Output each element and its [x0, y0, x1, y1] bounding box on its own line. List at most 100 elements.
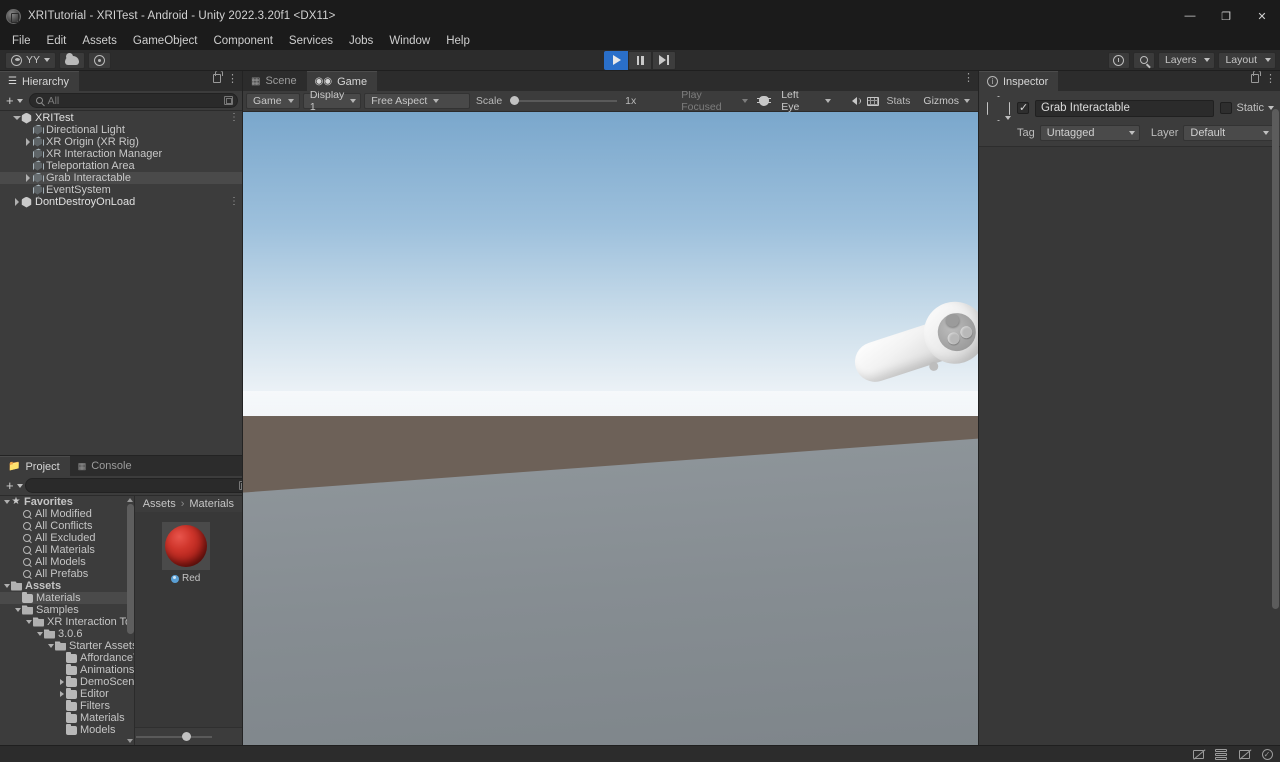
pause-button[interactable]	[628, 50, 652, 70]
hierarchy-item-xr-interaction-manager[interactable]: XR Interaction Manager	[0, 148, 242, 160]
hierarchy-menu-icon[interactable]: ⋮	[227, 73, 238, 84]
inspector-menu-icon[interactable]: ⋮	[1265, 73, 1276, 84]
project-tree-item-materials[interactable]: Materials	[0, 591, 134, 604]
layer-dropdown[interactable]: Default	[1183, 125, 1274, 141]
project-tree-item-models[interactable]: Models	[0, 723, 134, 736]
disclosure-triangle-icon[interactable]	[23, 174, 32, 182]
hierarchy-item-grab-interactable[interactable]: Grab Interactable	[0, 172, 242, 184]
scene-menu-icon[interactable]: ⋮	[229, 197, 239, 207]
project-tree-item-filters[interactable]: Filters	[0, 699, 134, 712]
project-tree-item-animations[interactable]: Animations	[0, 663, 134, 676]
menu-jobs[interactable]: Jobs	[341, 32, 381, 50]
disclosure-triangle-icon[interactable]	[24, 620, 33, 624]
eye-dropdown[interactable]: Left Eye	[774, 89, 836, 113]
history-button[interactable]	[1107, 51, 1130, 69]
menu-assets[interactable]: Assets	[74, 32, 125, 50]
scene-menu-icon[interactable]: ⋮	[229, 113, 239, 123]
search-mode-icon[interactable]	[224, 96, 233, 105]
tab-scene[interactable]: ▦ Scene	[243, 71, 307, 91]
game-target-dropdown[interactable]: Game	[246, 93, 300, 109]
inspector-content[interactable]: Grab Interactable Static Tag Untagged	[979, 91, 1280, 745]
hierarchy-item-xritest[interactable]: XRITest ⋮	[0, 112, 242, 124]
scroll-up-icon[interactable]	[127, 496, 134, 504]
menu-window[interactable]: Window	[381, 32, 438, 50]
disclosure-triangle-icon[interactable]	[12, 198, 21, 206]
disclosure-triangle-icon[interactable]	[2, 500, 11, 504]
disclosure-triangle-icon[interactable]	[57, 691, 66, 697]
project-tree-item-demosceneassets[interactable]: DemoSceneAssets	[0, 675, 134, 688]
global-search-button[interactable]	[1132, 51, 1155, 69]
scrollbar-thumb[interactable]	[1272, 109, 1279, 609]
close-button[interactable]: ✕	[1244, 0, 1280, 32]
hierarchy-tree[interactable]: XRITest ⋮ Directional Light XR Origin (XR R…	[0, 111, 242, 455]
inspector-scrollbar[interactable]	[1271, 91, 1280, 745]
disclosure-triangle-icon[interactable]	[23, 138, 32, 146]
asset-item[interactable]: Red	[157, 522, 215, 584]
menu-services[interactable]: Services	[281, 32, 341, 50]
layers-icon[interactable]	[1214, 748, 1228, 760]
tag-dropdown[interactable]: Untagged	[1039, 125, 1140, 141]
hierarchy-item-xr-origin-xr-rig[interactable]: XR Origin (XR Rig)	[0, 136, 242, 148]
tab-game[interactable]: ◉◉ Game	[306, 71, 378, 91]
scroll-down-icon[interactable]	[127, 737, 134, 745]
project-tree-item-assets[interactable]: Assets	[0, 580, 134, 592]
slider-knob[interactable]	[510, 96, 520, 105]
lock-icon[interactable]	[1251, 71, 1261, 83]
play-button[interactable]	[604, 50, 628, 70]
tab-hierarchy[interactable]: ☰ Hierarchy	[0, 71, 80, 91]
project-tree-item-samples[interactable]: Samples	[0, 604, 134, 616]
project-tree-item-editor[interactable]: Editor	[0, 687, 134, 700]
scrollbar-thumb[interactable]	[126, 504, 134, 634]
cloud-button[interactable]	[59, 51, 86, 69]
minimize-button[interactable]: —	[1172, 0, 1208, 32]
hierarchy-add-button[interactable]: +	[4, 93, 25, 108]
project-tree-item-all-prefabs[interactable]: All Prefabs	[0, 568, 134, 580]
tab-console[interactable]: ▦ Console	[69, 456, 142, 476]
disclosure-triangle-icon[interactable]	[13, 608, 22, 612]
ready-icon[interactable]: ✓	[1260, 748, 1274, 760]
slider-knob[interactable]	[182, 731, 191, 741]
scale-slider[interactable]	[510, 96, 618, 105]
search-mode-icon[interactable]	[238, 481, 242, 490]
menu-component[interactable]: Component	[205, 32, 280, 50]
gameview-menu-icon[interactable]: ⋮	[963, 73, 974, 84]
hierarchy-item-dontdestroyonload[interactable]: DontDestroyOnLoad ⋮	[0, 196, 242, 208]
disclosure-triangle-icon[interactable]	[46, 644, 55, 648]
game-render-surface[interactable]	[243, 112, 978, 745]
hierarchy-item-teleportation-area[interactable]: Teleportation Area	[0, 160, 242, 172]
stats-button[interactable]: Stats	[883, 95, 913, 107]
project-tree-item-favorites[interactable]: ★ Favorites	[0, 496, 134, 508]
menu-gameobject[interactable]: GameObject	[125, 32, 206, 50]
menu-edit[interactable]: Edit	[39, 32, 75, 50]
project-tree-item-all-conflicts[interactable]: All Conflicts	[0, 520, 134, 532]
icon-size-slider[interactable]	[136, 731, 212, 741]
account-button[interactable]: YY	[5, 51, 57, 69]
menu-file[interactable]: File	[4, 32, 39, 50]
gameobject-active-checkbox[interactable]	[1017, 101, 1029, 114]
disclosure-triangle-icon[interactable]	[35, 632, 44, 636]
layout-dropdown[interactable]: Layout	[1218, 51, 1276, 69]
project-tree-item-materials[interactable]: Materials	[0, 711, 134, 724]
aspect-dropdown[interactable]: Free Aspect	[364, 93, 470, 109]
tab-inspector[interactable]: i Inspector	[979, 71, 1059, 91]
layers-dropdown[interactable]: Layers	[1157, 51, 1216, 69]
step-button[interactable]	[652, 50, 676, 70]
project-tree-item-3.0.6[interactable]: 3.0.6	[0, 628, 134, 640]
project-tree-scrollbar[interactable]	[126, 496, 134, 745]
lock-icon[interactable]	[213, 71, 223, 83]
gizmos-dropdown[interactable]: Gizmos	[916, 93, 975, 109]
disclosure-triangle-icon[interactable]	[57, 679, 66, 685]
gameobject-name-input[interactable]: Grab Interactable	[1035, 99, 1215, 117]
project-tree-item-affordancethemes[interactable]: AffordanceThemes	[0, 651, 134, 664]
project-tree-item-xr-interaction-toolkit[interactable]: XR Interaction Toolkit	[0, 616, 134, 628]
hierarchy-item-directional-light[interactable]: Directional Light	[0, 124, 242, 136]
disclosure-triangle-icon[interactable]	[12, 116, 21, 120]
project-add-button[interactable]: +	[4, 478, 25, 493]
tab-project[interactable]: 📁 Project	[0, 456, 70, 476]
breadcrumb-materials[interactable]: Materials	[189, 498, 234, 510]
debug-button[interactable]	[756, 93, 771, 109]
frame-debugger-button[interactable]	[865, 93, 880, 109]
gameobject-icon[interactable]	[985, 95, 1011, 121]
project-tree-item-all-excluded[interactable]: All Excluded	[0, 532, 134, 544]
project-tree-item-all-models[interactable]: All Models	[0, 556, 134, 568]
